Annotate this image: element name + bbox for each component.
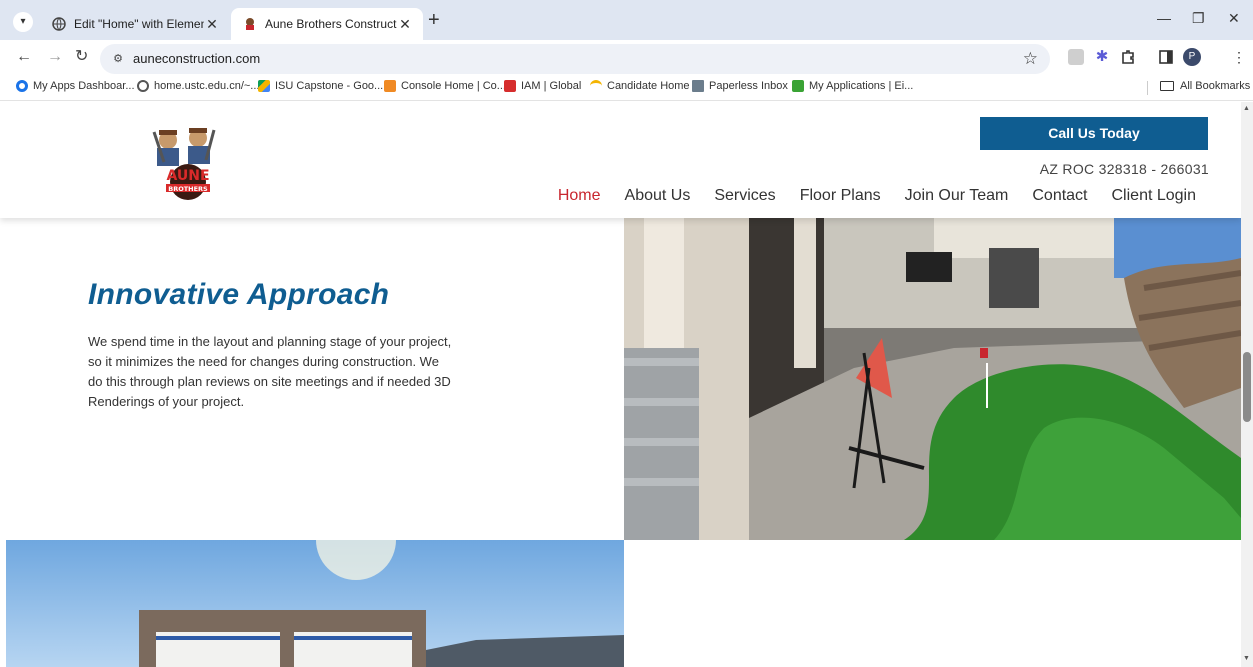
bookmark-item[interactable]: IAM | Global [504, 80, 581, 92]
logo-title-text: AUNE [166, 168, 209, 184]
scroll-thumb[interactable] [1243, 352, 1251, 422]
tab-search-chevron-icon[interactable]: ▾ [13, 12, 33, 32]
patio-putting-green-photo [624, 218, 1241, 540]
browser-toolbar: ← → ↻ ⚙ auneconstruction.com ☆ [0, 40, 1253, 76]
main-nav: Home About Us Services Floor Plans Join … [558, 187, 1196, 205]
forward-icon[interactable]: → [47, 48, 63, 66]
nav-services[interactable]: Services [714, 187, 775, 205]
nav-about-us[interactable]: About Us [625, 187, 691, 205]
tab-title: Aune Brothers Construction [265, 17, 397, 31]
iam-icon [504, 80, 516, 92]
scroll-down-icon[interactable]: ▼ [1243, 655, 1250, 662]
bookmark-item[interactable]: home.ustc.edu.cn/~... [137, 80, 259, 92]
nav-join-our-team[interactable]: Join Our Team [905, 187, 1009, 205]
back-icon[interactable]: ← [16, 48, 32, 66]
bookmark-label: IAM | Global [521, 80, 582, 92]
bookmark-label: home.ustc.edu.cn/~... [154, 80, 260, 92]
reload-icon[interactable]: ↻ [75, 48, 88, 66]
bookmark-icon [16, 80, 28, 92]
tab-title: Edit "Home" with Elementor [74, 17, 204, 31]
puzzle-icon[interactable] [1120, 49, 1136, 65]
url-text[interactable]: auneconstruction.com [133, 51, 260, 66]
gear-extension-icon[interactable]: ✱ [1094, 49, 1110, 65]
tab-elementor[interactable]: Edit "Home" with Elementor ✕ [40, 8, 230, 40]
bookmark-item[interactable]: ISU Capstone - Goo... [258, 80, 383, 92]
drive-icon [258, 80, 270, 92]
close-window-icon[interactable]: ✕ [1228, 10, 1240, 27]
side-panel-icon[interactable] [1158, 49, 1174, 65]
nav-client-login[interactable]: Client Login [1112, 187, 1197, 205]
nav-home[interactable]: Home [558, 187, 601, 205]
logo-subtitle-text: BROTHERS [168, 185, 208, 193]
new-tab-icon[interactable]: + [428, 10, 440, 30]
minimize-icon[interactable]: — [1157, 10, 1171, 26]
nav-contact[interactable]: Contact [1032, 187, 1087, 205]
section-body: We spend time in the layout and planning… [88, 334, 452, 409]
bookmark-star-icon[interactable]: ☆ [1023, 49, 1038, 69]
all-bookmarks[interactable]: All Bookmarks [1160, 80, 1250, 92]
bookmarks-bar: My Apps Dashboar... home.ustc.edu.cn/~..… [0, 76, 1253, 101]
globe-icon [137, 80, 149, 92]
tab-aune[interactable]: Aune Brothers Construction ✕ [231, 8, 423, 40]
folder-icon [1160, 81, 1174, 91]
divider [1147, 81, 1148, 95]
roc-license: AZ ROC 328318 - 266031 [1039, 161, 1209, 177]
aune-brothers-logo[interactable]: AUNE BROTHERS [152, 122, 224, 202]
deere-icon [792, 80, 804, 92]
bookmark-label: ISU Capstone - Goo... [275, 80, 384, 92]
scroll-up-icon[interactable]: ▲ [1243, 105, 1250, 112]
all-bookmarks-label: All Bookmarks [1180, 80, 1251, 92]
address-bar[interactable]: ⚙ auneconstruction.com ☆ [100, 44, 1050, 74]
aune-favicon-icon [243, 17, 257, 31]
workday-icon [590, 80, 602, 92]
garage-exterior-photo [6, 540, 624, 667]
page-viewport: AUNE BROTHERS Call Us Today AZ ROC 32831… [0, 102, 1241, 667]
tab-close-icon[interactable]: ✕ [397, 9, 413, 39]
bookmark-label: Candidate Home [607, 80, 690, 92]
tab-close-icon[interactable]: ✕ [204, 9, 220, 39]
extension-icon[interactable] [1068, 49, 1084, 65]
site-header: AUNE BROTHERS Call Us Today AZ ROC 32831… [0, 102, 1241, 218]
bookmark-item[interactable]: My Applications | Ei... [792, 80, 913, 92]
aws-cube-icon [384, 80, 396, 92]
site-info-icon[interactable]: ⚙ [110, 51, 126, 67]
nav-floor-plans[interactable]: Floor Plans [800, 187, 881, 205]
restore-icon[interactable]: ❐ [1192, 10, 1205, 27]
bookmark-label: Console Home | Co... [401, 80, 506, 92]
bookmark-item[interactable]: Console Home | Co... [384, 80, 506, 92]
globe-icon [52, 17, 66, 31]
profile-avatar[interactable]: P [1183, 48, 1201, 66]
bookmark-label: Paperless Inbox [709, 80, 788, 92]
more-menu-icon[interactable]: ⋮ [1232, 49, 1248, 65]
call-us-button[interactable]: Call Us Today [980, 117, 1208, 150]
bookmark-label: My Applications | Ei... [809, 80, 914, 92]
bookmark-label: My Apps Dashboar... [33, 80, 135, 92]
bookmark-item[interactable]: Paperless Inbox [692, 80, 788, 92]
bookmark-item[interactable]: Candidate Home [590, 80, 690, 92]
bookmark-item[interactable]: My Apps Dashboar... [16, 80, 135, 92]
paperless-icon [692, 80, 704, 92]
page-scrollbar[interactable]: ▲ ▼ [1241, 102, 1253, 667]
section-heading: Innovative Approach [88, 278, 390, 311]
tab-strip: ▾ Edit "Home" with Elementor ✕ Aune Brot… [0, 0, 1253, 40]
